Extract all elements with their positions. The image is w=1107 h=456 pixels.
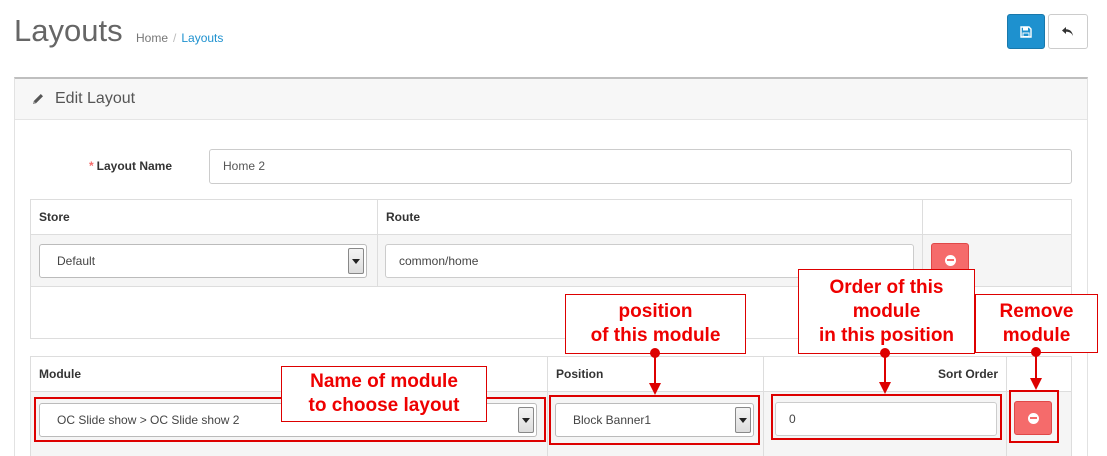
sort-order-header: Sort Order [937,367,998,381]
annotation-sort-order: Order of this module in this position [798,269,975,354]
breadcrumb-current[interactable]: Layouts [181,31,223,45]
layout-name-input[interactable]: Home 2 [209,149,1072,184]
panel-title: Edit Layout [55,90,136,107]
chevron-down-icon [348,248,364,274]
pencil-icon [33,94,43,104]
layout-name-label: * Layout Name [89,159,173,173]
minus-circle-icon [944,254,956,266]
panel-heading: Edit Layout [15,79,1087,120]
back-button[interactable] [1048,14,1088,49]
breadcrumb: Home / Layouts [136,31,224,45]
annotation-position: position of this module [565,294,746,354]
route-header: Route [386,210,420,224]
page-title: Layouts [14,13,123,48]
annotation-module-name: Name of module to choose layout [281,366,487,422]
store-header: Store [39,210,70,224]
remove-module-highlight [1009,390,1059,443]
store-select[interactable]: Default [39,244,367,278]
sort-order-highlight [771,394,1002,440]
position-header: Position [556,367,604,381]
annotation-remove: Remove module [975,294,1098,353]
position-select-highlight [549,395,760,445]
breadcrumb-home[interactable]: Home [136,31,168,45]
save-icon [1020,25,1032,38]
reply-icon [1062,26,1073,36]
module-header: Module [39,367,81,381]
save-button[interactable] [1007,14,1045,49]
